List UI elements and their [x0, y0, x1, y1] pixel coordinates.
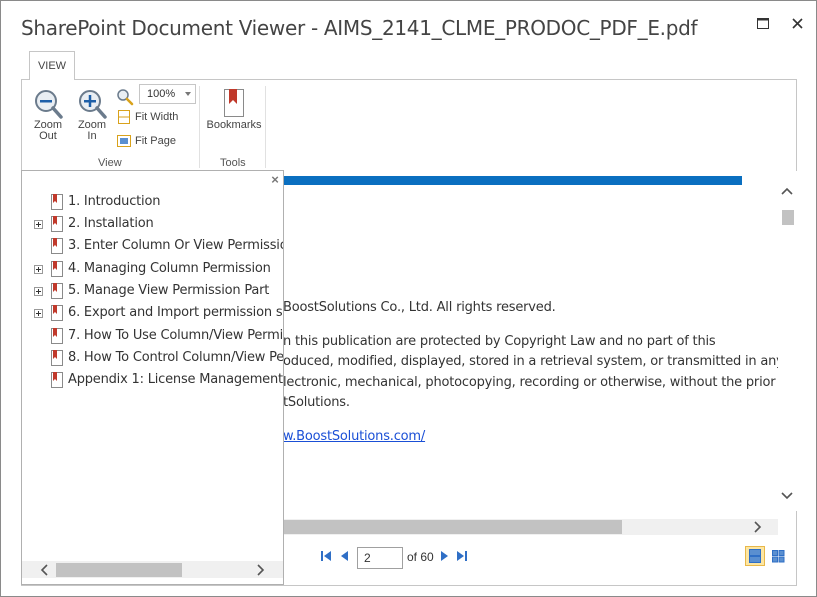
single-page-view-button[interactable]	[745, 546, 765, 566]
document-link[interactable]: w.BoostSolutions.com/	[283, 429, 425, 444]
bookmark-icon	[51, 261, 63, 277]
document-viewer-window: SharePoint Document Viewer - AIMS_2141_C…	[0, 0, 817, 597]
zoom-out-button[interactable]: Zoom Out	[30, 88, 66, 142]
fit-page-label: Fit Page	[135, 135, 176, 147]
bookmark-label: 7. How To Use Column/View Permission	[68, 328, 283, 343]
scroll-right-button[interactable]	[751, 520, 765, 534]
page-count: of 60	[407, 550, 434, 564]
page-number-input[interactable]: 2	[357, 547, 403, 569]
bookmarks-close-button[interactable]: ×	[268, 173, 282, 187]
bookmarks-scroll-thumb[interactable]	[56, 563, 182, 577]
vertical-scroll-thumb[interactable]	[782, 210, 794, 225]
ribbon: Zoom Out Zoom In 100% Fit Width Fit Page…	[21, 79, 797, 171]
zoom-level-value: 100%	[147, 88, 176, 100]
zoom-level-select[interactable]: 100%	[139, 84, 196, 104]
zoom-in-button[interactable]: Zoom In	[74, 88, 110, 142]
bookmark-label: 2. Installation	[68, 216, 154, 231]
bookmark-item-introduction[interactable]: 1. Introduction	[22, 191, 283, 213]
grid-view-icon	[772, 550, 785, 563]
document-text-line: BoostSolutions Co., Ltd. All rights rese…	[283, 300, 556, 315]
bookmark-item-managing-column-permission[interactable]: 4. Managing Column Permission	[22, 258, 283, 280]
document-text-line: n this publication are protected by Copy…	[283, 334, 716, 349]
ribbon-group-separator	[199, 86, 200, 168]
bookmark-item-manage-view-permission[interactable]: 5. Manage View Permission Part	[22, 280, 283, 302]
fit-width-label: Fit Width	[135, 111, 179, 123]
maximize-icon	[757, 17, 769, 29]
last-page-button[interactable]	[456, 549, 468, 563]
bookmark-label: Appendix 1: License Management	[68, 372, 283, 387]
horizontal-scroll-thumb[interactable]	[283, 520, 622, 534]
bookmarks-button[interactable]: Bookmarks	[204, 88, 264, 131]
bookmark-icon	[51, 216, 63, 232]
chevron-up-icon	[781, 187, 793, 195]
bookmark-item-how-to-control[interactable]: 8. How To Control Column/View Permission	[22, 347, 284, 369]
bookmark-item-installation[interactable]: 2. Installation	[22, 213, 283, 235]
bookmark-label: 1. Introduction	[68, 194, 161, 209]
bookmarks-scroll-left-button[interactable]	[37, 563, 51, 577]
bookmark-icon	[51, 350, 63, 366]
bookmark-label: 4. Managing Column Permission	[68, 261, 271, 276]
bookmark-icon	[51, 328, 63, 344]
bookmark-icon	[51, 194, 63, 210]
multi-page-view-button[interactable]	[768, 546, 788, 566]
bookmark-label: 5. Manage View Permission Part	[68, 283, 270, 298]
expand-icon[interactable]	[34, 287, 43, 296]
next-page-button[interactable]	[439, 549, 451, 563]
group-tools-label: Tools	[220, 157, 246, 169]
bookmark-label: 8. How To Control Column/View Permission	[68, 350, 284, 365]
chevron-down-icon	[781, 492, 793, 500]
bookmark-label: 6. Export and Import permission settings	[68, 305, 283, 320]
chevron-right-icon	[754, 521, 762, 533]
bookmarks-scroll-right-button[interactable]	[254, 563, 268, 577]
group-view-label: View	[98, 157, 122, 169]
zoom-in-label-2: In	[87, 130, 97, 142]
zoom-out-label-2: Out	[39, 130, 57, 142]
zoom-level-icon	[117, 89, 134, 106]
bookmark-icon	[51, 238, 63, 254]
zoom-out-icon	[35, 90, 63, 119]
bookmark-item-enter-permission-part[interactable]: 3. Enter Column Or View Permission Part	[22, 235, 283, 257]
fit-page-icon	[117, 135, 131, 147]
close-button[interactable]	[787, 13, 807, 33]
previous-page-button[interactable]	[338, 549, 350, 563]
document-text-line: oduced, modified, displayed, stored in a…	[283, 354, 784, 369]
bookmark-icon	[51, 372, 63, 388]
document-text-line: tSolutions.	[283, 395, 350, 410]
zoom-in-icon	[79, 90, 107, 119]
first-page-button[interactable]	[320, 549, 332, 563]
bookmark-icon	[51, 305, 63, 321]
bookmark-item-how-to-use[interactable]: 7. How To Use Column/View Permission	[22, 325, 283, 347]
document-text-line: lectronic, mechanical, photocopying, rec…	[283, 375, 776, 390]
document-header-bar	[283, 176, 742, 185]
scroll-up-button[interactable]	[780, 184, 794, 198]
bookmarks-panel: × 1. Introduction 2. Installation 3. Ent…	[21, 170, 284, 585]
window-title: SharePoint Document Viewer - AIMS_2141_C…	[21, 16, 698, 40]
bookmark-icon	[51, 283, 63, 299]
bookmarks-label: Bookmarks	[206, 119, 262, 131]
bookmark-label: 3. Enter Column Or View Permission Part	[68, 238, 283, 253]
single-page-icon	[749, 549, 761, 563]
chevron-right-icon	[257, 564, 265, 576]
fit-width-icon	[118, 110, 130, 124]
maximize-button[interactable]	[753, 13, 773, 33]
expand-icon[interactable]	[34, 309, 43, 318]
scroll-down-button[interactable]	[780, 489, 794, 503]
chevron-left-icon	[40, 564, 48, 576]
ribbon-group-separator	[265, 86, 266, 168]
chevron-down-icon	[185, 92, 191, 96]
expand-icon[interactable]	[34, 265, 43, 274]
bookmark-item-appendix-license[interactable]: Appendix 1: License Management	[22, 369, 283, 391]
fit-width-button[interactable]: Fit Width	[116, 109, 178, 125]
tab-view[interactable]: VIEW	[29, 51, 75, 80]
close-icon	[791, 17, 803, 29]
fit-page-button[interactable]: Fit Page	[116, 133, 176, 149]
bookmark-icon	[224, 89, 244, 117]
expand-icon[interactable]	[34, 220, 43, 229]
bookmark-item-export-import[interactable]: 6. Export and Import permission settings	[22, 302, 283, 324]
